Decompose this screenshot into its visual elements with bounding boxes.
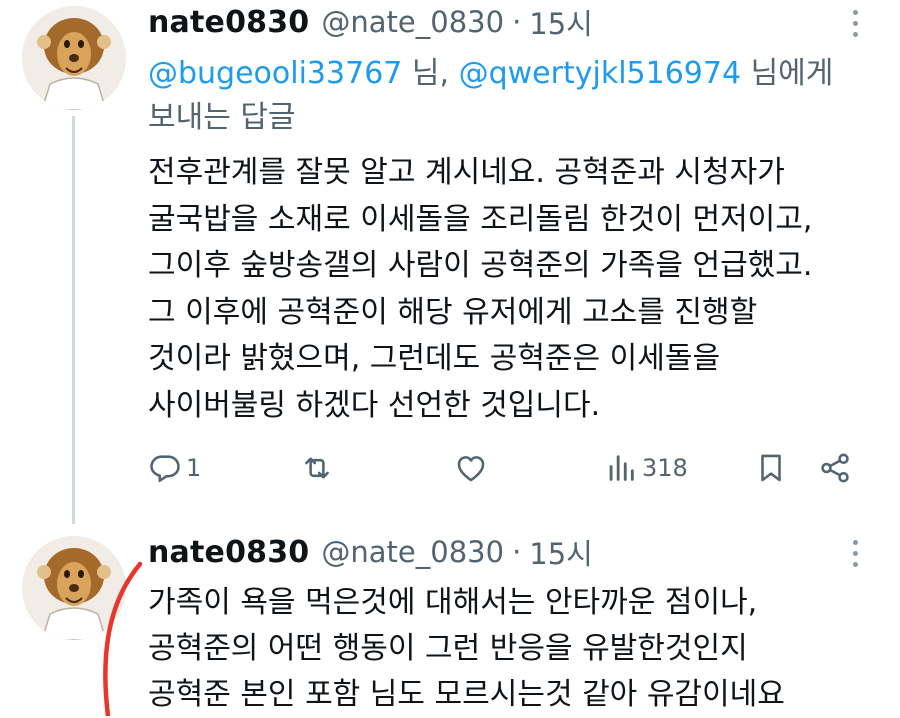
tweet-text: 전후관계를 잘못 알고 계시네요. 공혁준과 시청자가 굴국밥을 소재로 이세돌… — [148, 150, 878, 429]
tweet-text-line: 사이버불링 하겠다 선언한 것입니다. — [148, 387, 601, 423]
action-bar: 1 318 — [148, 444, 868, 492]
tweet-text-line: 것이라 밝혔으며, 그런데도 공혁준은 이세돌을 — [148, 341, 721, 376]
tweet-2[interactable]: nate0830 @nate_0830 · 15시 가족이 욕을 먹은것에 대해… — [0, 520, 900, 716]
tweet-1[interactable]: nate0830 @nate_0830 · 15시 @bugeooli33767… — [0, 0, 900, 524]
display-name[interactable]: nate0830 — [148, 5, 309, 40]
replying-text: 보내는 답글 — [148, 100, 296, 135]
bookmark-button[interactable] — [754, 444, 788, 492]
tweet-text-line: 굴국밥을 소재로 이세돌을 조리돌림 한것이 먼저이고, — [148, 201, 813, 237]
reply-icon — [150, 455, 180, 483]
like-button[interactable] — [454, 444, 488, 492]
lion-avatar-image — [22, 536, 126, 640]
separator: · — [512, 535, 522, 569]
views-button[interactable]: 318 — [604, 444, 688, 492]
bookmark-icon — [761, 454, 781, 482]
views-icon — [609, 455, 634, 481]
replying-text: 님에게 — [741, 56, 834, 91]
avatar[interactable] — [22, 536, 126, 640]
timestamp[interactable]: 15시 — [529, 531, 593, 573]
more-dots-icon[interactable] — [850, 540, 860, 572]
share-icon — [821, 453, 849, 483]
thread-line — [72, 116, 75, 524]
reply-button[interactable]: 1 — [148, 444, 201, 492]
tweet-text-line: 그 이후에 공혁준이 해당 유저에게 고소를 진행할 — [148, 294, 758, 330]
avatar[interactable] — [22, 6, 126, 110]
share-button[interactable] — [818, 444, 852, 492]
tweet-header: nate0830 @nate_0830 · 15시 — [148, 2, 593, 42]
reply-count: 1 — [186, 454, 202, 482]
tweet-text-line: 전후관계를 잘못 알고 계시네요. 공혁준과 시청자가 — [148, 155, 785, 190]
views-count: 318 — [642, 454, 688, 482]
tweet-header: nate0830 @nate_0830 · 15시 — [148, 532, 593, 572]
retweet-button[interactable] — [300, 444, 334, 492]
tweet-text-line: 공혁준 본인 포함 님도 모르시는것 같아 유감이네요 — [148, 677, 785, 712]
timestamp[interactable]: 15시 — [529, 1, 593, 43]
separator: · — [512, 5, 522, 39]
replying-text: 님, — [402, 56, 459, 91]
lion-avatar-image — [22, 6, 126, 110]
mention-link[interactable]: @qwertyjkl516974 — [459, 56, 741, 91]
tweet-text-line: 가족이 욕을 먹은것에 대해서는 안타까운 점이나, — [148, 585, 758, 620]
tweet-text-line: 그이후 숲방송갤의 사람이 공혁준의 가족을 언급했고. — [148, 248, 813, 283]
tweet-text-line: 공혁준의 어떤 행동이 그런 반응을 유발한것인지 — [148, 631, 748, 666]
more-dots-icon[interactable] — [850, 10, 860, 42]
heart-icon — [457, 456, 485, 482]
handle[interactable]: @nate_0830 — [321, 535, 504, 569]
tweet-text: 가족이 욕을 먹은것에 대해서는 안타까운 점이나, 공혁준의 어떤 행동이 그… — [148, 580, 878, 718]
retweet-icon — [305, 457, 329, 479]
handle[interactable]: @nate_0830 — [321, 5, 504, 39]
mention-link[interactable]: @bugeooli33767 — [148, 56, 402, 91]
replying-to: @bugeooli33767 님, @qwertyjkl516974 님에게보내… — [148, 52, 878, 140]
display-name[interactable]: nate0830 — [148, 535, 309, 570]
